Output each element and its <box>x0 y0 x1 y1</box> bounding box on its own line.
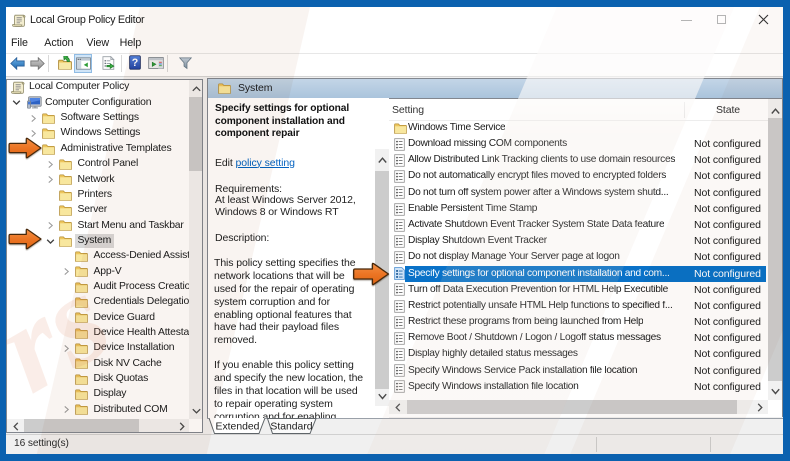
svg-text:Standard: Standard <box>270 421 312 432</box>
svg-text:Extended: Extended <box>216 421 260 432</box>
